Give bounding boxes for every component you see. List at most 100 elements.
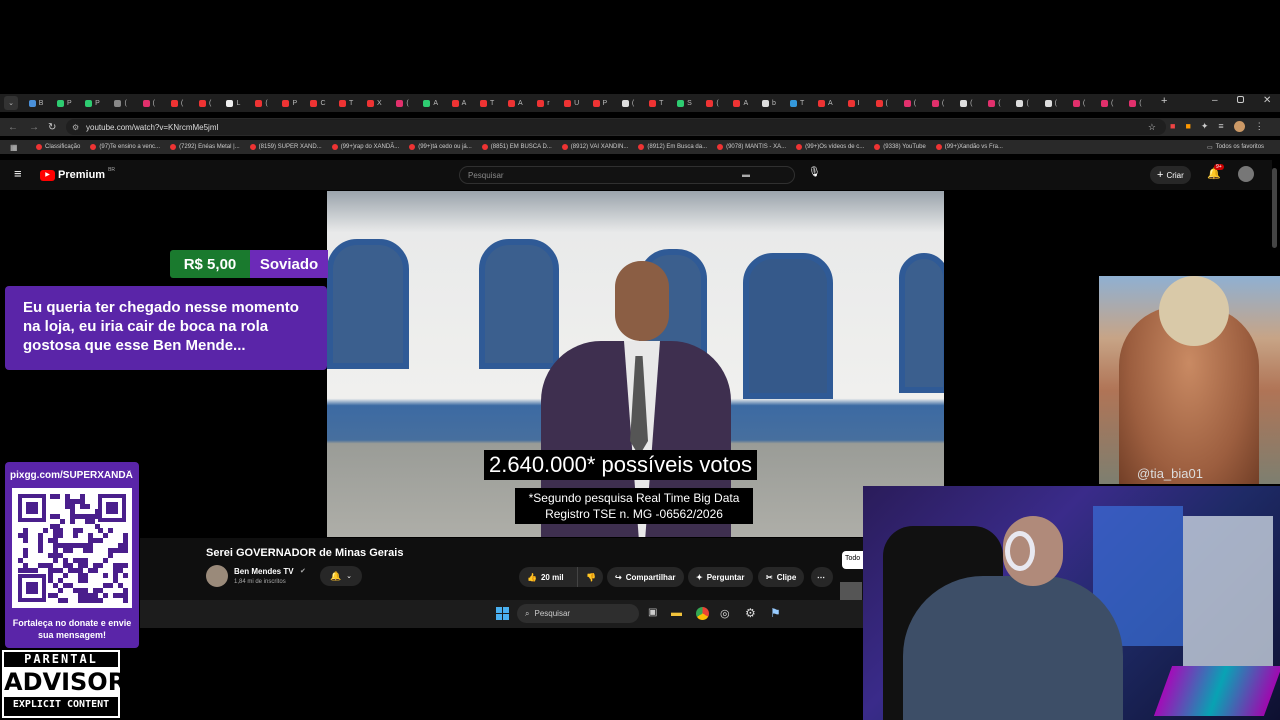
share-button[interactable]: ↪ Compartilhar: [607, 567, 684, 587]
browser-tab[interactable]: L: [219, 96, 247, 110]
bookmark-item[interactable]: (99+)rap do XANDÃ...: [331, 144, 399, 150]
bookmark-item[interactable]: (9338) YouTube: [874, 144, 926, 150]
browser-tab[interactable]: P: [586, 96, 614, 110]
create-button[interactable]: + Criar: [1150, 166, 1191, 184]
browser-tab[interactable]: T: [783, 96, 811, 110]
settings-gear-icon[interactable]: ⚙: [745, 606, 756, 620]
browser-tab[interactable]: X: [360, 96, 388, 110]
ask-button[interactable]: ✦ Perguntar: [688, 567, 753, 587]
browser-tab[interactable]: (: [980, 96, 1008, 110]
mic-icon[interactable]: 🎙: [808, 167, 821, 178]
more-actions-button[interactable]: ⋯: [811, 567, 833, 587]
browser-tab[interactable]: T: [642, 96, 670, 110]
close-window-button[interactable]: ✕: [1263, 95, 1271, 106]
browser-tab[interactable]: (: [1121, 96, 1149, 110]
browser-tab[interactable]: P: [276, 96, 304, 110]
browser-tab[interactable]: (: [699, 96, 727, 110]
dislike-button[interactable]: 👎: [577, 567, 603, 587]
browser-tab[interactable]: b: [755, 96, 783, 110]
browser-tab[interactable]: (: [952, 96, 980, 110]
browser-tab[interactable]: (: [135, 96, 163, 110]
tab-list-button[interactable]: ⌄: [4, 96, 18, 110]
hamburger-menu-icon[interactable]: ≡: [14, 166, 22, 181]
browser-tab[interactable]: (: [163, 96, 191, 110]
subscribe-bell-button[interactable]: 🔔 ⌄: [320, 566, 362, 586]
youtube-logo[interactable]: ▶ Premium BR: [40, 167, 115, 181]
puzzle-icon[interactable]: ✦: [1201, 121, 1209, 132]
bookmark-item[interactable]: (8912) VAI XANDIN...: [561, 144, 628, 150]
url-bar[interactable]: ⚙ youtube.com/watch?v=KNrcmMe5jmI ☆: [66, 119, 1166, 135]
taskbar-search[interactable]: ⌕ Pesquisar: [517, 604, 639, 623]
video-player[interactable]: [327, 191, 944, 537]
recommended-thumbnail[interactable]: [840, 582, 862, 602]
browser-tab[interactable]: (: [191, 96, 219, 110]
browser-tab[interactable]: (: [896, 96, 924, 110]
app-icon[interactable]: ◎: [720, 607, 730, 620]
clip-button[interactable]: ✂ Clipe: [758, 567, 805, 587]
browser-tab[interactable]: I: [839, 96, 867, 110]
bookmark-item[interactable]: Classificação: [36, 144, 80, 150]
reload-icon[interactable]: ↻: [48, 122, 56, 133]
like-button[interactable]: 👍 20 mil: [519, 567, 577, 587]
browser-tab[interactable]: C: [304, 96, 332, 110]
bookmark-item[interactable]: (8159) SUPER XAND...: [249, 144, 322, 150]
page-scrollbar[interactable]: [1272, 168, 1277, 248]
bookmark-item[interactable]: (99+)Xandão vs Fra...: [935, 144, 1003, 150]
browser-tab[interactable]: (: [924, 96, 952, 110]
browser-tab[interactable]: A: [727, 96, 755, 110]
minimize-button[interactable]: –: [1212, 95, 1218, 106]
browser-tab[interactable]: (: [1009, 96, 1037, 110]
extension-icon[interactable]: ■: [1185, 121, 1190, 132]
browser-tab[interactable]: S: [670, 96, 698, 110]
extension-icon[interactable]: ■: [1170, 121, 1175, 132]
search-input[interactable]: Pesquisar ▬: [459, 166, 795, 184]
browser-tab[interactable]: A: [417, 96, 445, 110]
bookmark-item[interactable]: (9078) MANTIS - XA...: [717, 144, 786, 150]
bookmark-item[interactable]: (8912) Em Busca da...: [638, 144, 707, 150]
browser-tab[interactable]: U: [558, 96, 586, 110]
kebab-menu-icon[interactable]: ⋮: [1255, 121, 1264, 132]
browser-tab[interactable]: (: [1093, 96, 1121, 110]
browser-tab[interactable]: B: [22, 96, 50, 110]
site-info-icon[interactable]: ⚙: [72, 123, 79, 132]
channel-avatar[interactable]: [206, 565, 228, 587]
browser-tab[interactable]: (: [388, 96, 416, 110]
browser-tab[interactable]: T: [332, 96, 360, 110]
browser-tab[interactable]: (: [868, 96, 896, 110]
bookmark-item[interactable]: (99+)tá cedo ou já...: [409, 144, 472, 150]
windows-start-icon[interactable]: [496, 607, 509, 620]
all-bookmarks[interactable]: ▭ Todos os favoritos: [1207, 144, 1264, 151]
browser-tab[interactable]: P: [78, 96, 106, 110]
side-chip[interactable]: Todo: [842, 551, 863, 569]
menu-icon[interactable]: ≡: [1218, 121, 1223, 132]
bookmark-item[interactable]: (99+)Os vídeos de c...: [796, 144, 864, 150]
profile-avatar[interactable]: [1233, 121, 1245, 132]
bookmark-item[interactable]: (7292) Enéas Metal |...: [170, 144, 240, 150]
maximize-button[interactable]: [1237, 96, 1244, 103]
browser-tab[interactable]: r: [529, 96, 557, 110]
browser-tab[interactable]: (: [107, 96, 135, 110]
browser-tab[interactable]: A: [501, 96, 529, 110]
task-view-icon[interactable]: ▣: [648, 607, 657, 618]
bookmark-item[interactable]: (8851) EM BUSCA D...: [481, 144, 552, 150]
file-explorer-icon[interactable]: ▬: [671, 607, 682, 619]
browser-tab[interactable]: P: [50, 96, 78, 110]
bookmark-item[interactable]: (97)Te ensino a venc...: [90, 144, 160, 150]
bookmark-star-icon[interactable]: ☆: [1148, 122, 1156, 133]
account-avatar[interactable]: [1238, 166, 1254, 182]
new-tab-button[interactable]: +: [1161, 95, 1167, 107]
browser-tab[interactable]: (: [248, 96, 276, 110]
keyboard-icon[interactable]: ▬: [742, 170, 750, 179]
browser-tab[interactable]: A: [445, 96, 473, 110]
browser-tab[interactable]: (: [1065, 96, 1093, 110]
back-icon[interactable]: ←: [8, 122, 18, 133]
browser-tab[interactable]: (: [614, 96, 642, 110]
browser-tab[interactable]: T: [473, 96, 501, 110]
channel-name[interactable]: Ben Mendes TV: [234, 567, 294, 576]
browser-tab[interactable]: (: [1037, 96, 1065, 110]
browser-tab[interactable]: A: [811, 96, 839, 110]
forward-icon[interactable]: →: [29, 122, 39, 133]
apps-grid-icon[interactable]: ▦: [10, 143, 18, 152]
chrome-icon[interactable]: [696, 607, 709, 620]
steam-icon[interactable]: ⚑: [770, 606, 781, 620]
